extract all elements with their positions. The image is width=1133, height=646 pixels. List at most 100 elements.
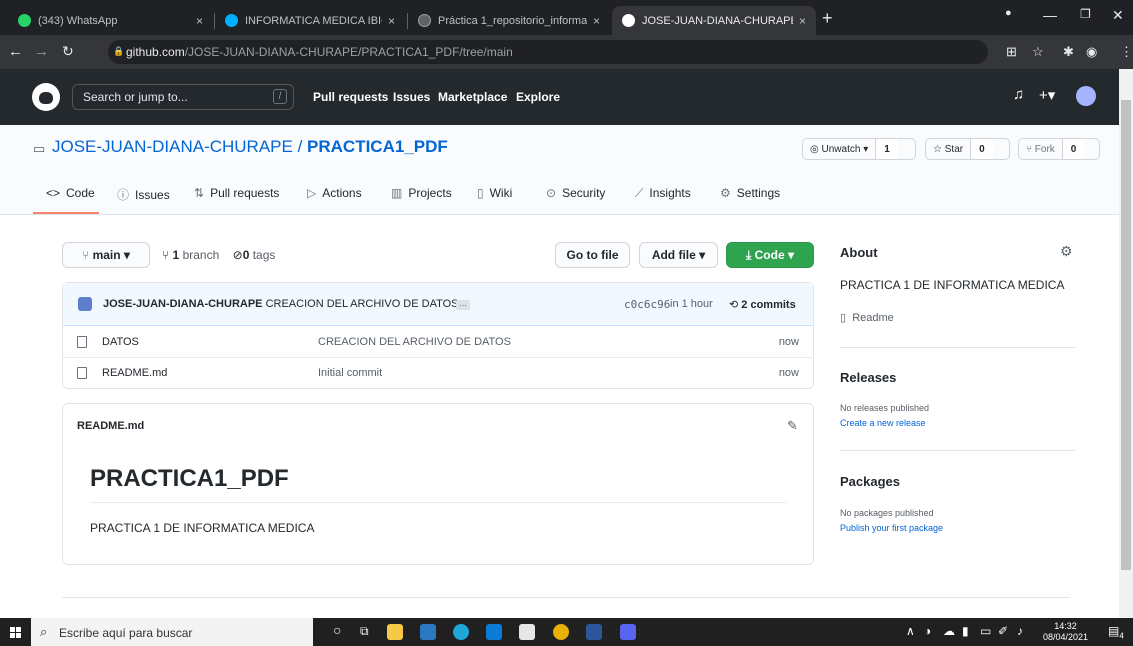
gear-icon: ⚙ bbox=[720, 186, 731, 200]
gear-icon[interactable]: ⚙ bbox=[1060, 243, 1073, 260]
mail-icon[interactable] bbox=[486, 624, 502, 640]
forward-icon[interactable]: → bbox=[34, 43, 49, 60]
tab-practica-repositorio[interactable]: Práctica 1_repositorio_informatic × bbox=[408, 6, 610, 35]
taskbar-clock[interactable]: 14:32 08/04/2021 bbox=[1043, 621, 1088, 643]
create-release-link[interactable]: Create a new release bbox=[840, 418, 926, 428]
isis-icon[interactable] bbox=[420, 624, 436, 640]
readme-link[interactable]: ▯ Readme bbox=[840, 311, 894, 324]
github-logo-icon[interactable] bbox=[32, 83, 60, 111]
nav-pull-requests[interactable]: Pull requests bbox=[313, 90, 388, 104]
branch-tag-info: ⑂ 1 branch ⊘0 tags bbox=[162, 248, 275, 262]
tab-settings[interactable]: ⚙ Settings bbox=[720, 186, 780, 200]
edit-pencil-icon[interactable]: ✎ bbox=[787, 418, 798, 434]
file-name-link[interactable]: README.md bbox=[102, 367, 167, 379]
graph-icon: ⟋ bbox=[635, 186, 644, 200]
bookmark-star-icon[interactable]: ☆ bbox=[1032, 44, 1044, 60]
tab-whatsapp[interactable]: (343) WhatsApp × bbox=[8, 6, 213, 35]
tab-projects[interactable]: ▥ Projects bbox=[391, 186, 452, 200]
word-icon[interactable] bbox=[586, 624, 602, 640]
branch-icon: ⑂ bbox=[82, 248, 90, 262]
tags-link[interactable]: ⊘0 tags bbox=[233, 248, 276, 262]
code-download-button[interactable]: ⤓ Code ▾ bbox=[726, 242, 814, 268]
table-row[interactable]: DATOS CREACION DEL ARCHIVO DE DATOS now bbox=[63, 327, 813, 358]
chrome-icon[interactable] bbox=[553, 624, 569, 640]
fork-button[interactable]: ⑂ Fork 0 bbox=[1018, 138, 1100, 160]
tab-close-icon[interactable]: × bbox=[196, 14, 203, 28]
unwatch-button[interactable]: ◎ Unwatch ▾ 1 bbox=[802, 138, 916, 160]
repo-icon: ▭ bbox=[33, 141, 46, 156]
bell-icon[interactable]: ♫ bbox=[1013, 86, 1024, 103]
commit-message-link[interactable]: CREACION DEL ARCHIVO DE DATOS bbox=[266, 298, 459, 310]
file-age: now bbox=[778, 336, 799, 348]
file-commit-message[interactable]: CREACION DEL ARCHIVO DE DATOS bbox=[318, 336, 511, 348]
file-explorer-icon[interactable] bbox=[387, 624, 403, 640]
table-row[interactable]: README.md Initial commit now bbox=[63, 358, 813, 389]
file-name-link[interactable]: DATOS bbox=[102, 336, 139, 348]
restore-icon[interactable]: ❐ bbox=[1080, 7, 1091, 21]
volume-icon[interactable]: ♪ bbox=[1017, 624, 1023, 638]
chevron-up-icon[interactable]: ∧ bbox=[906, 624, 915, 638]
no-packages-text: No packages published bbox=[840, 508, 934, 518]
tab-close-icon[interactable]: × bbox=[388, 14, 395, 28]
tab-issues[interactable]: ⓘ Issues bbox=[117, 186, 170, 203]
commit-history-link[interactable]: ⟲ 2 commits bbox=[729, 298, 796, 311]
publish-package-link[interactable]: Publish your first package bbox=[840, 523, 943, 533]
profile-avatar-icon[interactable]: ◉ bbox=[1086, 44, 1097, 60]
store-icon[interactable] bbox=[519, 624, 535, 640]
file-commit-message[interactable]: Initial commit bbox=[318, 367, 382, 379]
microphone-icon[interactable]: ▮ bbox=[962, 624, 969, 638]
lock-icon: 🔒 bbox=[113, 46, 125, 56]
add-file-button[interactable]: Add file ▾ bbox=[639, 242, 718, 268]
tab-pull-requests[interactable]: ⇅ Pull requests bbox=[194, 186, 279, 200]
extensions-icon[interactable]: ✱ bbox=[1063, 44, 1074, 60]
close-window-icon[interactable]: ✕ bbox=[1112, 7, 1124, 24]
battery-icon[interactable]: ▭ bbox=[980, 624, 991, 638]
committer-avatar[interactable] bbox=[78, 297, 92, 311]
tab-wiki[interactable]: ▯ Wiki bbox=[477, 186, 512, 200]
chrome-menu-icon[interactable]: ⋮ bbox=[1120, 44, 1133, 60]
tab-informatica-medica[interactable]: INFORMATICA MEDICA IBIO: MA × bbox=[215, 6, 405, 35]
windows-start-icon[interactable] bbox=[10, 627, 21, 638]
nav-issues[interactable]: Issues bbox=[393, 90, 430, 104]
discord-icon[interactable] bbox=[620, 624, 636, 640]
translate-icon[interactable]: ⊞ bbox=[1006, 44, 1017, 60]
pen-icon[interactable]: ✐ bbox=[998, 624, 1008, 638]
go-to-file-button[interactable]: Go to file bbox=[555, 242, 630, 268]
eye-icon: ◎ bbox=[810, 143, 819, 155]
star-button[interactable]: ☆ Star 0 bbox=[925, 138, 1010, 160]
nav-explore[interactable]: Explore bbox=[516, 90, 560, 104]
branches-link[interactable]: ⑂ 1 branch bbox=[162, 248, 219, 262]
commit-expand-button[interactable]: … bbox=[456, 300, 470, 310]
task-view-icon[interactable]: ⧉ bbox=[360, 624, 369, 639]
commit-author-link[interactable]: JOSE-JUAN-DIANA-CHURAPE bbox=[103, 298, 263, 310]
releases-heading[interactable]: Releases bbox=[840, 370, 896, 385]
fork-icon: ⑂ bbox=[1026, 143, 1032, 155]
edge-icon[interactable] bbox=[453, 624, 469, 640]
minimize-icon[interactable]: — bbox=[1043, 7, 1057, 23]
cortana-icon[interactable]: ○ bbox=[333, 622, 341, 638]
nav-marketplace[interactable]: Marketplace bbox=[438, 90, 507, 104]
back-icon[interactable]: ← bbox=[8, 43, 23, 60]
tab-close-icon[interactable]: × bbox=[799, 14, 806, 28]
onedrive-icon[interactable]: ☁ bbox=[943, 624, 955, 638]
tab-close-icon[interactable]: × bbox=[593, 14, 600, 28]
avatar[interactable] bbox=[1076, 86, 1096, 106]
history-icon: ⟲ bbox=[729, 299, 739, 311]
new-tab-button[interactable]: + bbox=[822, 8, 833, 29]
tab-security[interactable]: ⊙ Security bbox=[546, 186, 605, 200]
profile-icon[interactable]: ● bbox=[1005, 7, 1012, 19]
packages-heading[interactable]: Packages bbox=[840, 474, 900, 489]
repo-name-link[interactable]: PRACTICA1_PDF bbox=[307, 137, 448, 156]
tray-app-icon[interactable]: ◑ bbox=[924, 624, 931, 638]
tab-insights[interactable]: ⟋ Insights bbox=[635, 186, 691, 201]
branch-select-button[interactable]: ⑂ main ▾ bbox=[62, 242, 150, 268]
tab-actions[interactable]: ▷ Actions bbox=[307, 186, 362, 200]
notifications-icon[interactable]: ▤4 bbox=[1108, 624, 1124, 640]
reload-icon[interactable]: ↻ bbox=[62, 43, 74, 60]
tab-code[interactable]: <> Code bbox=[46, 186, 95, 200]
tab-github-repo[interactable]: JOSE-JUAN-DIANA-CHURAPE/PR × bbox=[612, 6, 816, 35]
scrollbar-thumb[interactable] bbox=[1121, 100, 1131, 570]
repo-owner-link[interactable]: JOSE-JUAN-DIANA-CHURAPE bbox=[52, 137, 293, 156]
commit-hash-link[interactable]: c0c6c96 bbox=[624, 298, 670, 311]
plus-dropdown-icon[interactable]: +▾ bbox=[1039, 86, 1055, 104]
